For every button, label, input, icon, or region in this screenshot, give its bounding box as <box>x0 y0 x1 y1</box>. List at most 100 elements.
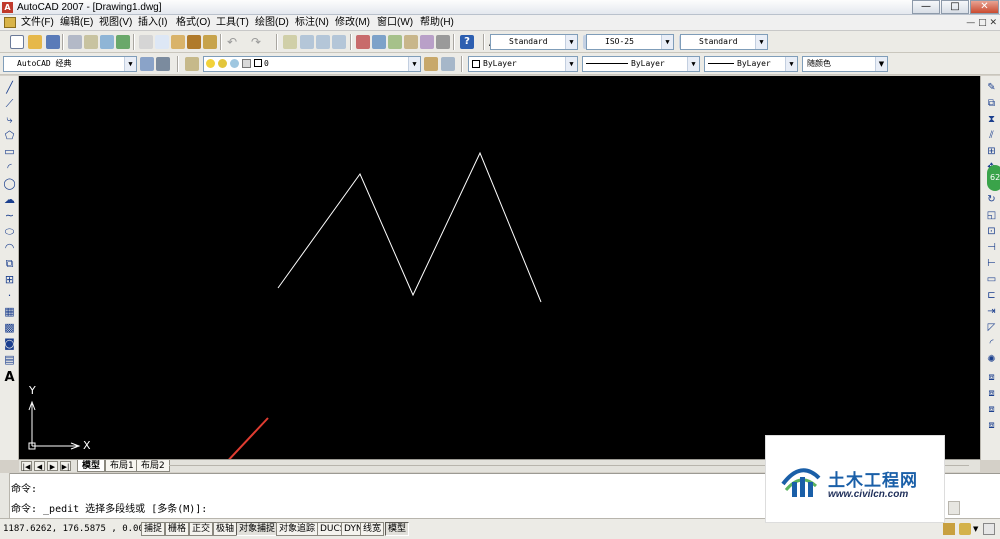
publish-icon[interactable] <box>100 35 114 49</box>
status-snap-button[interactable]: 捕捉 <box>141 522 166 536</box>
menu-tools[interactable]: 工具(T) <box>216 16 249 30</box>
menu-format[interactable]: 格式(O) <box>176 16 210 30</box>
arc-icon[interactable]: ◜ <box>3 161 16 174</box>
copy-icon[interactable] <box>155 35 169 49</box>
polygon-icon[interactable]: ⬠ <box>3 129 16 142</box>
chevron-down-icon[interactable]: ▼ <box>687 57 699 71</box>
layer-previous-icon[interactable] <box>441 57 455 71</box>
command-prompt-line[interactable]: 命令: _pedit 选择多段线或 [多条(M)]: <box>11 503 207 516</box>
chevron-down-icon[interactable]: ▼ <box>973 525 978 533</box>
calculator-icon[interactable] <box>436 35 450 49</box>
match-properties-icon[interactable] <box>187 35 201 49</box>
menu-modify[interactable]: 修改(M) <box>335 16 370 30</box>
sheet-set-icon[interactable] <box>404 35 418 49</box>
layer-on-bulb-icon[interactable] <box>206 59 215 68</box>
lock-icon[interactable] <box>959 523 971 535</box>
layer-manager-icon[interactable] <box>185 57 199 71</box>
send-to-back-icon[interactable]: ⧈ <box>985 403 998 416</box>
menu-view[interactable]: 视图(V) <box>99 16 132 30</box>
ellipse-arc-icon[interactable]: ◠ <box>3 241 16 254</box>
minimize-button[interactable]: — <box>912 0 940 14</box>
lineweight-select[interactable]: ByLayer ▼ <box>704 56 798 72</box>
status-otrack-button[interactable]: 对象追踪 <box>276 522 319 536</box>
menu-draw[interactable]: 绘图(D) <box>255 16 289 30</box>
chevron-down-icon[interactable]: ▼ <box>565 57 577 71</box>
3d-dwf-icon[interactable] <box>116 35 130 49</box>
erase-icon[interactable]: ✎ <box>985 81 998 94</box>
draw-order-icon[interactable]: ⧈ <box>985 371 998 384</box>
chevron-down-icon[interactable]: ▼ <box>124 57 136 71</box>
zoom-window-icon[interactable] <box>316 35 330 49</box>
paste-icon[interactable] <box>171 35 185 49</box>
new-file-icon[interactable] <box>10 35 24 49</box>
zoom-realtime-icon[interactable] <box>300 35 314 49</box>
hatch-icon[interactable]: ▦ <box>3 305 16 318</box>
cut-icon[interactable] <box>139 35 153 49</box>
print-icon[interactable] <box>68 35 82 49</box>
close-button[interactable]: ✕ <box>970 0 999 14</box>
tab-first-icon[interactable]: |◀ <box>21 461 32 471</box>
my-workspace-icon[interactable] <box>156 57 170 71</box>
pan-icon[interactable] <box>283 35 297 49</box>
tab-prev-icon[interactable]: ◀ <box>34 461 45 471</box>
chevron-down-icon[interactable]: ▼ <box>661 35 673 49</box>
chamfer-icon[interactable]: ◸ <box>985 321 998 334</box>
ellipse-icon[interactable]: ⬭ <box>3 225 16 238</box>
status-osnap-button[interactable]: 对象捕捉 <box>236 522 279 536</box>
tab-last-icon[interactable]: ▶| <box>60 461 71 471</box>
layer-select[interactable]: 0 ▼ <box>203 56 421 72</box>
array-icon[interactable]: ⊞ <box>985 145 998 158</box>
cursor-coordinates[interactable]: 1187.6262, 176.5875 , 0.0000 <box>3 522 155 536</box>
properties-icon[interactable] <box>356 35 370 49</box>
menu-help[interactable]: 帮助(H) <box>420 16 454 30</box>
copy-object-icon[interactable]: ⧉ <box>985 97 998 110</box>
document-window-controls[interactable]: — □ ✕ <box>935 17 997 29</box>
plot-style-select[interactable]: 随颜色 ▼ <box>802 56 888 72</box>
mirror-icon[interactable]: ⧗ <box>985 113 998 126</box>
break-at-point-icon[interactable]: ▭ <box>985 273 998 286</box>
status-model-button[interactable]: 模型 <box>385 522 410 536</box>
redo-icon[interactable]: ↷ <box>251 35 265 49</box>
gradient-icon[interactable]: ▩ <box>3 321 16 334</box>
drawing-canvas[interactable]: Y X <box>19 76 980 460</box>
line-icon[interactable]: ╱ <box>3 81 16 94</box>
tab-model[interactable]: 模型 <box>77 460 106 472</box>
text-style-select[interactable]: Standard ▼ <box>490 34 578 50</box>
tab-next-icon[interactable]: ▶ <box>47 461 58 471</box>
layer-freeze-sun-icon[interactable] <box>218 59 227 68</box>
break-icon[interactable]: ⊏ <box>985 289 998 302</box>
menu-file[interactable]: 文件(F) <box>21 16 54 30</box>
make-object-layer-current-icon[interactable] <box>424 57 438 71</box>
chevron-down-icon[interactable]: ▼ <box>408 57 420 71</box>
point-icon[interactable]: · <box>3 289 16 302</box>
chevron-down-icon[interactable]: ▼ <box>565 35 577 49</box>
fillet-icon[interactable]: ◜ <box>985 337 998 350</box>
open-folder-icon[interactable] <box>28 35 42 49</box>
maximize-button[interactable]: □ <box>941 0 969 14</box>
status-lineweight-button[interactable]: 线宽 <box>360 522 385 536</box>
revision-cloud-icon[interactable]: ☁ <box>3 193 16 206</box>
communication-center-icon[interactable] <box>943 523 955 535</box>
rotate-icon[interactable]: ↻ <box>985 193 998 206</box>
markup-icon[interactable] <box>420 35 434 49</box>
offset-icon[interactable]: ⫽ <box>985 129 998 142</box>
workspace-select[interactable]: AutoCAD 经典 ▼ <box>3 56 137 72</box>
multiline-text-icon[interactable]: A <box>3 371 16 384</box>
join-icon[interactable]: ⇥ <box>985 305 998 318</box>
polyline-icon[interactable]: ⤷ <box>3 113 16 126</box>
circle-icon[interactable]: ◯ <box>3 177 16 190</box>
make-block-icon[interactable]: ⊞ <box>3 273 16 286</box>
color-select[interactable]: ByLayer ▼ <box>468 56 578 72</box>
zoom-previous-icon[interactable] <box>332 35 346 49</box>
table-icon[interactable]: ▤ <box>3 353 16 366</box>
extend-icon[interactable]: ⊢ <box>985 257 998 270</box>
chevron-down-icon[interactable]: ▼ <box>755 35 767 49</box>
rectangle-icon[interactable]: ▭ <box>3 145 16 158</box>
explode-icon[interactable]: ✺ <box>985 353 998 366</box>
workspace-settings-icon[interactable] <box>140 57 154 71</box>
bring-to-front-icon[interactable]: ⧈ <box>985 387 998 400</box>
tab-layout2[interactable]: 布局2 <box>136 460 170 472</box>
menu-edit[interactable]: 编辑(E) <box>60 16 93 30</box>
tab-layout1[interactable]: 布局1 <box>105 460 139 472</box>
layer-viewport-icon[interactable] <box>230 59 239 68</box>
